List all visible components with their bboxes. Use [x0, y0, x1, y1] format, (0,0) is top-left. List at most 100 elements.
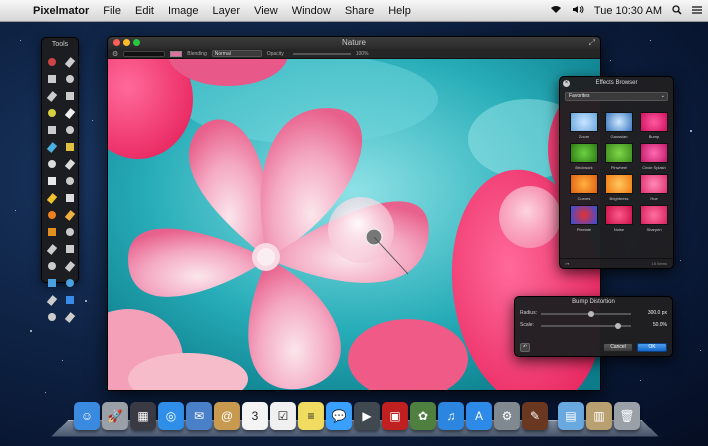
effect-thumbnail[interactable]	[570, 205, 598, 225]
scale-slider[interactable]	[541, 323, 631, 329]
effect-thumbnail[interactable]	[640, 174, 668, 194]
pencil-tool-icon[interactable]	[61, 139, 79, 155]
opacity-slider[interactable]	[292, 52, 351, 55]
move-tool-icon[interactable]	[43, 54, 61, 70]
zoom-tool-icon[interactable]	[43, 309, 61, 325]
brush-tool-icon[interactable]	[43, 139, 61, 155]
launchpad-icon[interactable]: 🚀	[102, 402, 128, 430]
effect-item[interactable]: Brickwork	[568, 143, 600, 170]
menu-help[interactable]: Help	[381, 5, 418, 17]
effect-item[interactable]: Bump	[638, 112, 670, 139]
effect-thumbnail[interactable]	[605, 205, 633, 225]
trash-icon[interactable]: 🗑	[614, 402, 640, 430]
hand-tool-icon[interactable]	[61, 309, 79, 325]
eyedropper-tool-icon[interactable]	[61, 105, 79, 121]
reset-icon[interactable]: ↶	[520, 343, 530, 352]
blur-tool-icon[interactable]	[61, 173, 79, 189]
gear-icon[interactable]: ⚙	[112, 50, 118, 58]
effect-thumbnail[interactable]	[640, 112, 668, 132]
menu-window[interactable]: Window	[285, 5, 338, 17]
documents-stack-icon[interactable]: ▥	[586, 402, 612, 430]
effect-thumbnail[interactable]	[605, 143, 633, 163]
effect-item[interactable]: Pixelate	[568, 205, 600, 232]
ellipse-marquee-tool-icon[interactable]	[61, 71, 79, 87]
ok-button[interactable]: OK	[637, 343, 667, 352]
line-tool-icon[interactable]	[43, 275, 61, 291]
effect-thumbnail[interactable]	[570, 143, 598, 163]
mail-icon[interactable]: ✉	[186, 402, 212, 430]
app-store-icon[interactable]: A	[466, 402, 492, 430]
itunes-icon[interactable]: ♫	[438, 402, 464, 430]
radius-slider-knob[interactable]	[587, 311, 594, 317]
window-titlebar[interactable]: Nature ⤢	[108, 37, 600, 49]
effect-item[interactable]: Curves	[568, 174, 600, 201]
scale-slider-knob[interactable]	[614, 323, 621, 329]
sponge-tool-icon[interactable]	[43, 190, 61, 206]
fullscreen-icon[interactable]: ⤢	[589, 37, 595, 49]
volume-icon[interactable]	[572, 5, 584, 17]
crop-tool-icon[interactable]	[43, 122, 61, 138]
effect-item[interactable]: Sharpen	[638, 205, 670, 232]
rect-marquee-tool-icon[interactable]	[43, 71, 61, 87]
close-panel-button[interactable]: ×	[563, 80, 570, 87]
slice-tool-icon[interactable]	[61, 122, 79, 138]
red-eye-tool-icon[interactable]	[43, 241, 61, 257]
effect-item[interactable]: Brightness	[603, 174, 635, 201]
safari-icon[interactable]: ◎	[158, 402, 184, 430]
effect-thumbnail[interactable]	[605, 174, 633, 194]
radius-slider[interactable]	[541, 311, 631, 317]
menu-share[interactable]: Share	[338, 5, 381, 17]
effect-item[interactable]: Circle Splash	[638, 143, 670, 170]
effect-thumbnail[interactable]	[640, 205, 668, 225]
mission-control-icon[interactable]: ▦	[130, 402, 156, 430]
effect-thumbnail[interactable]	[570, 174, 598, 194]
search-icon[interactable]: ⌕▾	[565, 259, 569, 269]
smudge-tool-icon[interactable]	[61, 190, 79, 206]
notification-center-icon[interactable]	[692, 5, 702, 17]
color-swatch-icon[interactable]	[61, 292, 79, 308]
reminders-icon[interactable]: ☑	[270, 402, 296, 430]
brush-preset-picker[interactable]	[123, 50, 166, 57]
effect-thumbnail[interactable]	[605, 112, 633, 132]
pixelmator-icon[interactable]: ✎	[522, 402, 548, 430]
effect-thumbnail[interactable]	[640, 143, 668, 163]
effect-item[interactable]: Noise	[603, 205, 635, 232]
menu-edit[interactable]: Edit	[128, 5, 161, 17]
gradient-tool-icon[interactable]	[61, 156, 79, 172]
applications-folder-icon[interactable]: ▤	[558, 402, 584, 430]
opacity-value[interactable]: 100%	[356, 51, 369, 57]
sharpen-tool-icon[interactable]	[61, 241, 79, 257]
menu-view[interactable]: View	[247, 5, 285, 17]
iphoto-icon[interactable]: ✿	[410, 402, 436, 430]
radius-value[interactable]: 300.0 px	[648, 310, 667, 316]
type-tool-icon[interactable]	[43, 292, 61, 308]
blending-mode-select[interactable]: Normal	[211, 50, 262, 57]
effect-thumbnail[interactable]	[570, 112, 598, 132]
messages-icon[interactable]: 💬	[326, 402, 352, 430]
spotlight-search-icon[interactable]	[672, 4, 682, 18]
effect-item[interactable]: Zoom	[568, 112, 600, 139]
calendar-icon[interactable]: 3	[242, 402, 268, 430]
magic-wand-tool-icon[interactable]	[43, 105, 61, 121]
burn-tool-icon[interactable]	[43, 207, 61, 223]
clone-stamp-tool-icon[interactable]	[43, 224, 61, 240]
system-preferences-icon[interactable]: ⚙	[494, 402, 520, 430]
freeform-pen-tool-icon[interactable]	[61, 258, 79, 274]
menu-layer[interactable]: Layer	[206, 5, 248, 17]
effect-item[interactable]: Pinwheel	[603, 143, 635, 170]
paint-bucket-tool-icon[interactable]	[43, 173, 61, 189]
pen-tool-icon[interactable]	[43, 258, 61, 274]
scale-value[interactable]: 50.0%	[653, 322, 667, 328]
menu-file[interactable]: File	[96, 5, 128, 17]
color-swatch-picker[interactable]	[170, 50, 183, 57]
arrow-select-tool-icon[interactable]	[61, 54, 79, 70]
eraser-tool-icon[interactable]	[43, 156, 61, 172]
polygon-lasso-tool-icon[interactable]	[61, 88, 79, 104]
photo-booth-icon[interactable]: ▣	[382, 402, 408, 430]
effect-item[interactable]: Hue	[638, 174, 670, 201]
dodge-tool-icon[interactable]	[61, 207, 79, 223]
menubar-clock[interactable]: Tue 10:30 AM	[594, 5, 662, 17]
effects-category-select[interactable]: Favorites ⌄	[565, 92, 668, 101]
lasso-tool-icon[interactable]	[43, 88, 61, 104]
menu-image[interactable]: Image	[161, 5, 206, 17]
